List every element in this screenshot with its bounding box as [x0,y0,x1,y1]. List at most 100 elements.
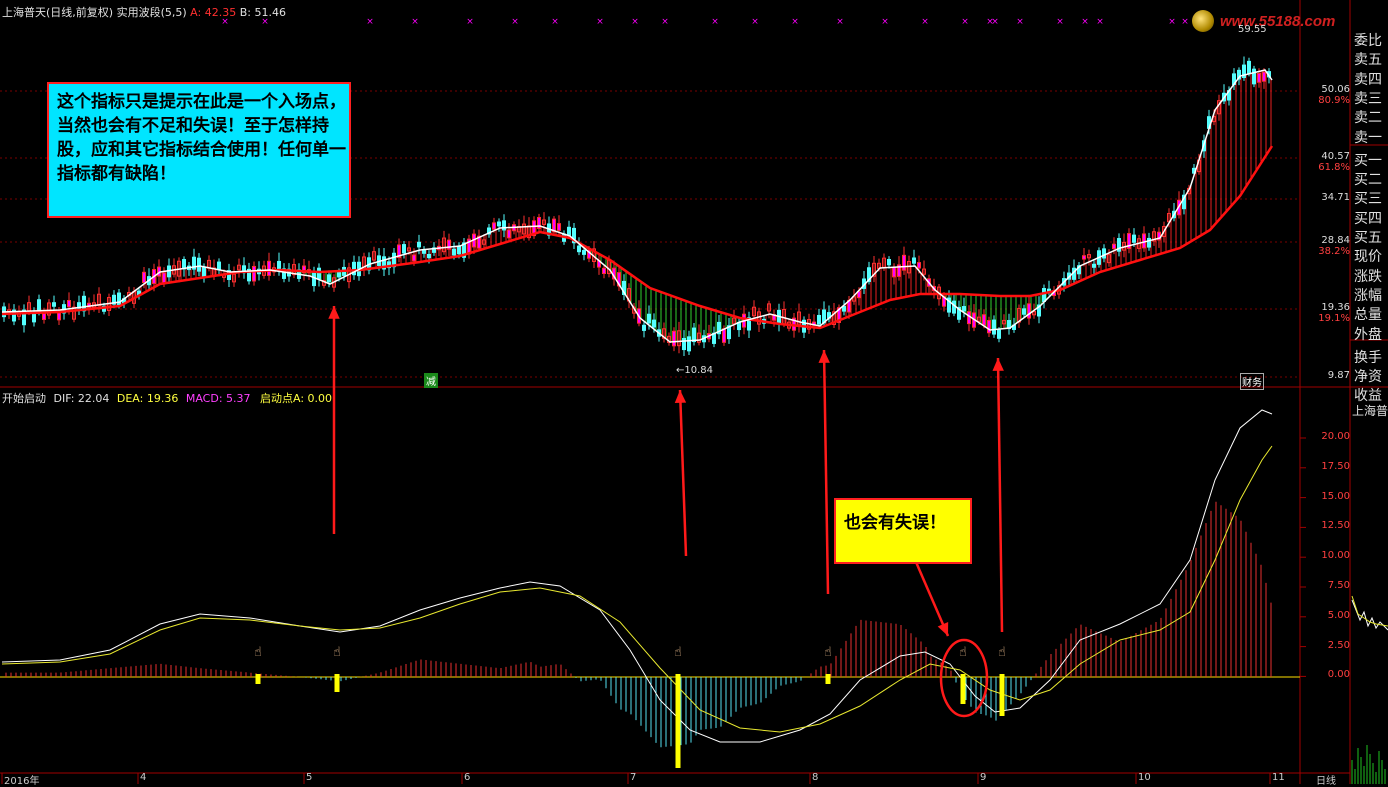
price-axis-label: 28.84 [1321,235,1350,246]
price-axis-label: 38.2% [1318,246,1350,257]
signal-x-marker: × [466,17,474,27]
candle-body [412,254,416,262]
signal-x-marker: × [711,17,719,27]
candle-body [1257,72,1261,83]
dea-line [1,445,1273,733]
quote-field-label: 买三 [1354,191,1382,208]
candle-body [417,241,421,248]
candle-body [267,260,271,276]
mini-chart-line [1351,595,1388,627]
candle-body [917,262,921,269]
candle-body [317,267,321,280]
candle-body [1022,308,1026,315]
candle-body [52,302,56,307]
time-axis-label: 2016年 [4,776,40,787]
candle-body [337,271,341,278]
candle-body [672,330,676,347]
signal-x-marker: × [921,17,929,27]
candle-body [817,314,821,325]
time-axis-label: 10 [1138,772,1151,783]
quote-field-label: 买四 [1354,210,1382,227]
macd-axis-label: 12.50 [1321,520,1350,532]
a-value: A: 42.35 [190,6,237,19]
signal-x-marker: × [991,17,999,27]
hand-pointer-icon: ☝ [254,645,262,660]
peak-price-label: 59.55 [1238,24,1267,35]
signal-x-marker: × [661,17,669,27]
signal-x-marker: × [836,17,844,27]
candle-body [602,267,606,275]
candle-body [1092,263,1096,268]
macd-axis-label: 20.00 [1321,431,1350,442]
macd-axis-label: 7.50 [1327,580,1350,591]
arrow-head [328,306,340,319]
candle-body [567,226,571,236]
signal-x-marker: × [1056,17,1064,27]
candle-body [57,312,61,321]
macd-axis-label: 0.00 [1327,669,1350,681]
time-axis-label: 日线 [1316,776,1336,787]
signal-x-marker: × [791,17,799,27]
quote-field-label: 总量 [1354,307,1382,324]
dif-value: DIF: 22.04 [53,392,110,405]
candle-body [32,313,36,323]
price-axis-label: 80.9% [1318,95,1350,106]
finance-tag[interactable]: 财务 [1240,373,1264,390]
signal-x-marker: × [551,17,559,27]
candle-body [117,292,121,307]
quote-field-label: 委比 [1354,33,1382,49]
candle-body [202,266,206,278]
dea-value: DEA: 19.36 [116,392,179,405]
quote-field-label: 买二 [1354,172,1382,189]
b-value: B: 51.46 [239,6,286,19]
candle-body [197,257,201,272]
candle-body [1027,303,1031,319]
hand-pointer-icon: ☝ [674,645,682,660]
price-axis-label: 50.06 [1321,84,1350,95]
signal-x-marker: × [881,17,889,27]
macd-title: 开始启动 [2,392,46,405]
arrow-head [818,350,830,363]
candle-body [642,324,646,331]
indicator-name: 实用波段(5,5) [116,6,187,19]
candle-body [252,265,256,282]
candle-body [402,244,406,254]
quote-field-label: 卖三 [1354,90,1382,107]
price-axis-label: 61.8% [1318,162,1350,173]
hand-pointer-icon: ☝ [959,645,967,660]
reduce-tag[interactable]: 减 [424,373,438,388]
signal-x-marker: × [411,17,419,27]
candle-body [892,267,896,278]
signal-x-marker: × [631,17,639,27]
start-signal-bar [334,674,340,692]
candle-body [1247,60,1251,74]
dif-line [1,409,1273,743]
macd-axis-label: 5.00 [1327,609,1350,621]
time-axis-label: 11 [1272,772,1285,783]
quote-field-label: 卖二 [1354,110,1382,127]
candle-body [962,306,966,312]
quote-field-label: 卖四 [1354,71,1382,88]
site-logo: www.55188.com [1186,4,1352,38]
quote-field-label: 换手 [1354,349,1382,366]
quote-field-label: 外盘 [1354,326,1382,343]
candle-body [217,261,221,271]
fail-callout: 也会有失误！ [834,498,972,564]
note-callout: 这个指标只是提示在此是一个入场点，当然也会有不足和失误！至于怎样持股，应和其它指… [47,82,351,218]
candle-body [162,272,166,285]
quote-field-label: 现价 [1354,249,1382,266]
candle-body [952,300,956,314]
candle-body [682,337,686,351]
time-axis-label: 6 [464,772,471,783]
candle-body [992,319,996,335]
candle-body [652,319,656,328]
signal-x-marker: × [366,17,374,27]
signal-x-marker: × [1016,17,1024,27]
candle-body [327,274,331,283]
candle-body [452,248,456,256]
hand-pointer-icon: ☝ [333,645,341,660]
candle-body [987,320,991,334]
quote-field-label: 净资 [1354,369,1382,386]
candle-body [557,223,561,231]
macd-axis-label: 17.50 [1321,460,1350,472]
